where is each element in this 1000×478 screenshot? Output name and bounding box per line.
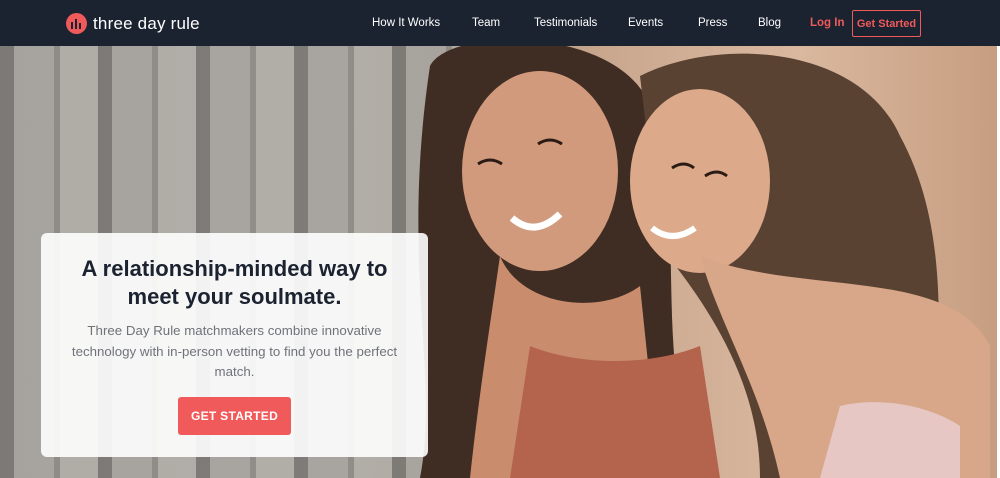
get-started-nav-button[interactable]: Get Started <box>852 10 921 37</box>
logo-bars-icon <box>66 13 87 34</box>
top-navbar: three day rule How It Works Team Testimo… <box>0 0 1000 46</box>
hero-section: A relationship-minded way to meet your s… <box>0 46 1000 478</box>
hero-headline: A relationship-minded way to meet your s… <box>81 256 388 309</box>
nav-team[interactable]: Team <box>472 17 500 29</box>
hero-description: Three Day Rule matchmakers combine innov… <box>71 323 398 379</box>
get-started-hero-button[interactable]: GET STARTED <box>178 397 291 435</box>
brand-name: three day rule <box>93 13 200 33</box>
login-link[interactable]: Log In <box>810 17 845 29</box>
nav-how-it-works[interactable]: How It Works <box>372 17 440 29</box>
brand-logo[interactable]: three day rule <box>66 13 200 34</box>
nav-testimonials[interactable]: Testimonials <box>534 17 597 29</box>
nav-blog[interactable]: Blog <box>758 17 781 29</box>
hero-card: A relationship-minded way to meet your s… <box>41 233 428 457</box>
nav-events[interactable]: Events <box>628 17 663 29</box>
nav-press[interactable]: Press <box>698 17 727 29</box>
